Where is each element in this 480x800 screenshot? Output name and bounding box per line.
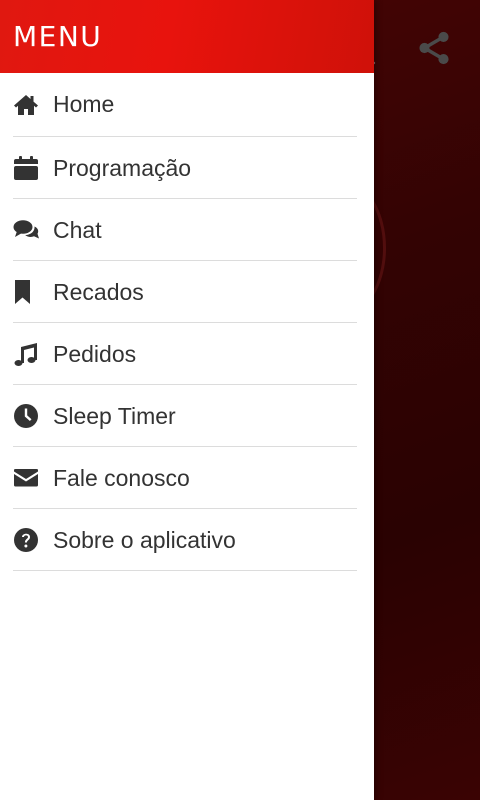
menu-list: Home Programação Chat Recados Pedidos Sl… [0,73,374,571]
menu-item-label: Recados [53,278,144,305]
menu-item-label: Home [53,91,115,117]
home-icon [13,90,43,120]
envelope-icon [13,463,43,493]
app-screen: MENU Home Programação Chat Recados Pedid… [0,0,480,800]
chat-icon [13,215,43,245]
question-circle-icon [13,525,43,555]
menu-item-programacao[interactable]: Programação [13,138,357,199]
share-icon [419,31,449,65]
bookmark-icon [13,277,43,307]
menu-item-label: Fale conosco [53,464,190,491]
menu-item-label: Sobre o aplicativo [53,526,236,553]
menu-item-label: Chat [53,216,102,243]
menu-item-chat[interactable]: Chat [13,200,357,261]
drawer-title: MENU [13,20,103,53]
menu-item-home[interactable]: Home [13,73,357,137]
menu-item-pedidos[interactable]: Pedidos [13,324,357,385]
share-button[interactable] [412,26,456,70]
menu-item-label: Sleep Timer [53,402,176,429]
menu-item-recados[interactable]: Recados [13,262,357,323]
menu-item-fale-conosco[interactable]: Fale conosco [13,448,357,509]
menu-item-label: Pedidos [53,340,137,367]
navigation-drawer: MENU Home Programação Chat Recados Pedid… [0,0,374,800]
menu-item-sleep-timer[interactable]: Sleep Timer [13,386,357,447]
clock-icon [13,401,43,431]
music-icon [13,339,43,369]
calendar-icon [13,153,43,183]
drawer-header: MENU [0,0,374,73]
menu-item-sobre-o-aplicativo[interactable]: Sobre o aplicativo [13,510,357,571]
menu-item-label: Programação [53,154,192,181]
